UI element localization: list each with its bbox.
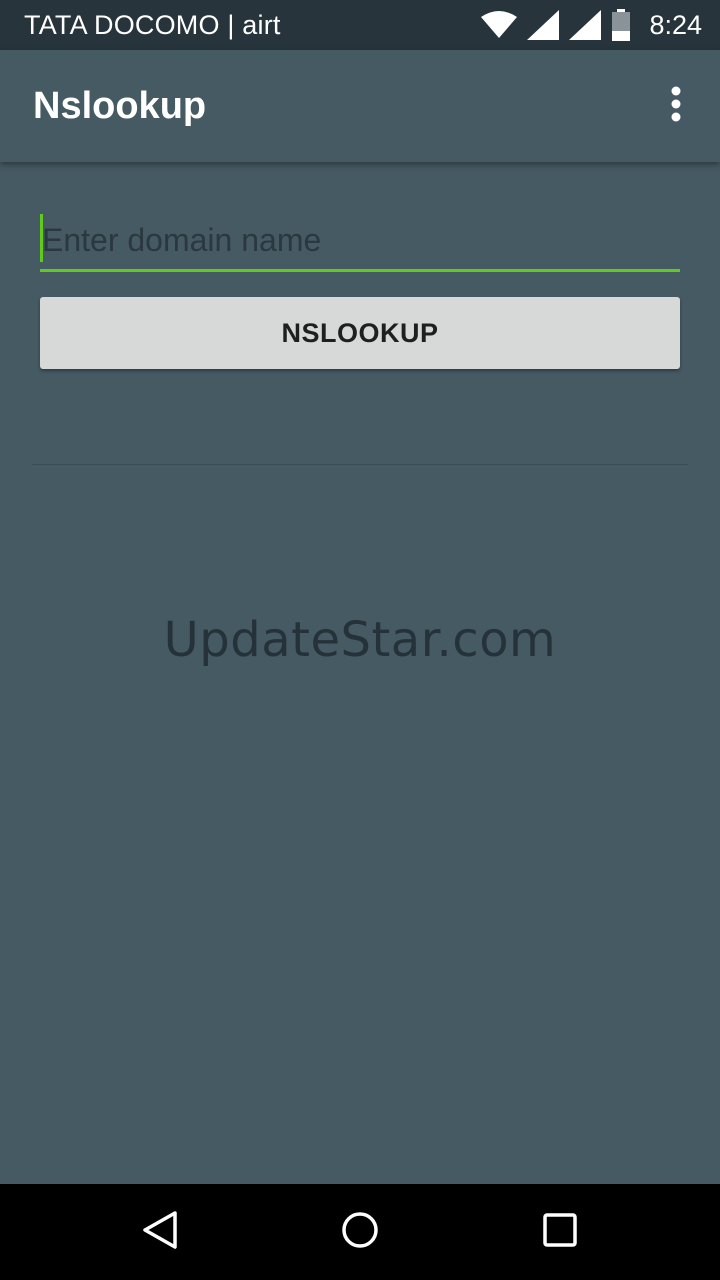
recents-button[interactable] [510, 1192, 610, 1272]
domain-input[interactable] [40, 212, 680, 269]
text-cursor [40, 214, 43, 262]
battery-icon [611, 9, 631, 41]
main-content: NSLOOKUP UpdateStar.com [0, 162, 720, 1184]
result-divider [32, 464, 688, 465]
back-button[interactable] [110, 1192, 210, 1272]
signal-icon [569, 10, 602, 40]
watermark-text: UpdateStar.com [163, 612, 557, 668]
nslookup-button[interactable]: NSLOOKUP [40, 297, 680, 369]
wifi-icon [481, 11, 518, 39]
signal-icon [527, 10, 560, 40]
navigation-bar [0, 1184, 720, 1280]
overflow-menu-button[interactable] [656, 76, 696, 136]
clock: 8:24 [649, 9, 702, 40]
domain-input-wrapper [40, 212, 680, 272]
more-vert-icon [670, 86, 682, 127]
back-icon [142, 1210, 178, 1255]
app-title: Nslookup [33, 84, 207, 127]
carrier-name: TATA DOCOMO | airt [24, 9, 281, 40]
status-icons: 8:24 [481, 9, 702, 41]
home-button[interactable] [310, 1192, 410, 1272]
recents-icon [543, 1212, 577, 1252]
app-bar: Nslookup [0, 50, 720, 162]
status-bar: TATA DOCOMO | airt 8:24 [0, 0, 720, 50]
home-icon [341, 1211, 379, 1254]
